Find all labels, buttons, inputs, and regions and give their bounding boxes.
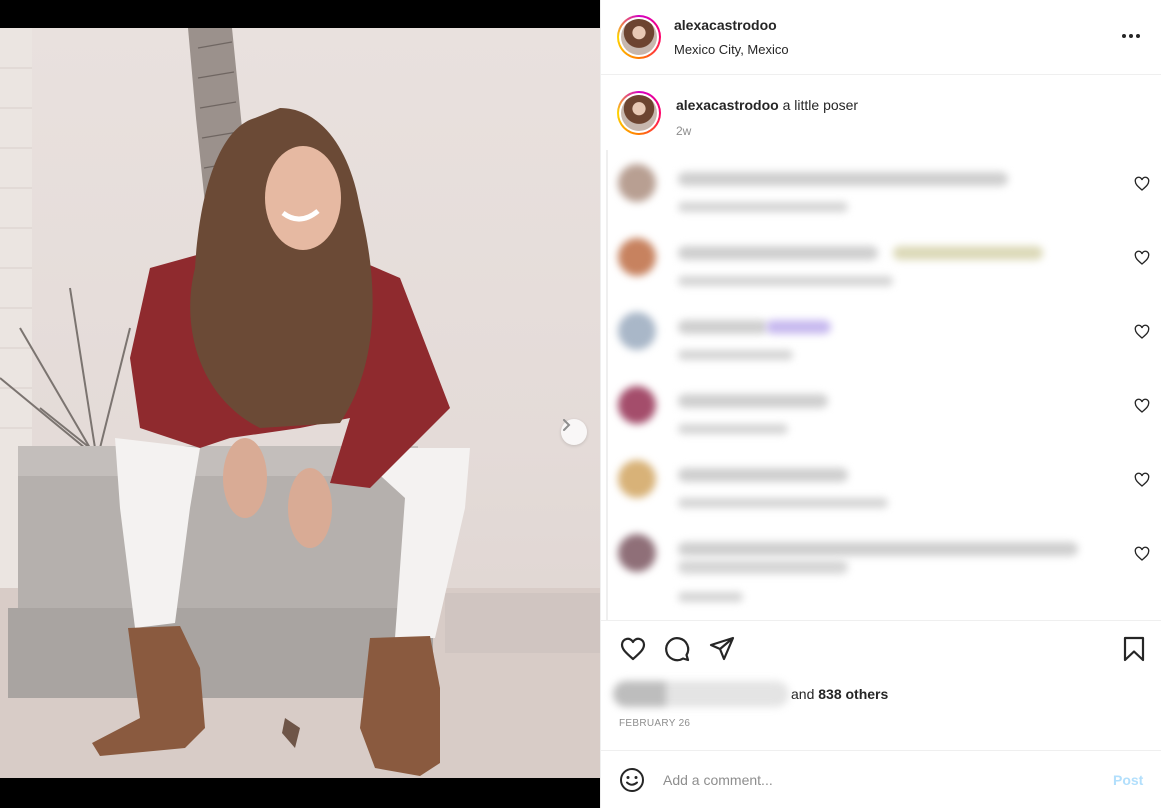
comment-item	[608, 520, 1161, 610]
heart-icon[interactable]	[1134, 472, 1150, 488]
comment-avatar[interactable]	[618, 238, 656, 276]
chevron-right-icon	[563, 419, 571, 431]
post-caption: alexacastrodoo a little poser 2w	[601, 76, 1161, 146]
likes-summary[interactable]: and 838 others	[613, 679, 913, 709]
heart-icon[interactable]	[1134, 176, 1150, 192]
post-actions: and 838 others FEBRUARY 26	[601, 620, 1161, 750]
comment-text-redacted	[678, 560, 848, 574]
add-comment-bar: Post	[601, 750, 1161, 808]
comment-text-redacted	[678, 246, 878, 260]
comment-avatar[interactable]	[618, 164, 656, 202]
comment-item	[608, 372, 1161, 446]
header-location[interactable]: Mexico City, Mexico	[674, 42, 789, 57]
comment-item	[608, 446, 1161, 520]
caption-avatar[interactable]	[617, 91, 661, 135]
comment-text-redacted	[678, 542, 1078, 556]
caption-username[interactable]: alexacastrodoo	[676, 97, 779, 113]
comment-icon[interactable]	[663, 635, 691, 663]
heart-icon[interactable]	[1134, 324, 1150, 340]
comment-item	[608, 224, 1161, 298]
comment-text-redacted	[678, 468, 848, 482]
post-date[interactable]: FEBRUARY 26	[619, 718, 690, 729]
likes-count[interactable]: 838 others	[818, 686, 888, 702]
comment-meta-redacted	[678, 592, 743, 602]
post-side-panel: alexacastrodoo Mexico City, Mexico alexa…	[600, 0, 1161, 808]
more-options-icon[interactable]	[1120, 26, 1142, 46]
comment-meta-redacted	[678, 498, 888, 508]
comment-meta-redacted	[678, 424, 788, 434]
heart-icon[interactable]	[619, 635, 647, 663]
comment-item	[608, 150, 1161, 224]
likes-text: and 838 others	[791, 686, 888, 702]
comment-text-redacted	[678, 172, 1008, 186]
comment-text-redacted	[766, 320, 831, 334]
heart-icon[interactable]	[1134, 546, 1150, 562]
bookmark-icon[interactable]	[1120, 635, 1148, 663]
caption-timestamp[interactable]: 2w	[676, 124, 691, 138]
heart-icon[interactable]	[1134, 398, 1150, 414]
heart-icon[interactable]	[1134, 250, 1150, 266]
comment-meta-redacted	[678, 202, 848, 212]
caption-text-row: alexacastrodoo a little poser	[676, 97, 858, 113]
comments-list[interactable]	[606, 150, 1161, 620]
post-media	[0, 0, 600, 808]
comment-input[interactable]	[663, 767, 1083, 793]
comment-avatar[interactable]	[618, 386, 656, 424]
next-slide-button[interactable]	[561, 419, 587, 445]
photo-illustration	[0, 28, 600, 778]
caption-text: a little poser	[782, 97, 859, 113]
comment-meta-redacted	[678, 350, 793, 360]
likes-prefix: and	[791, 686, 819, 702]
emoji-icon[interactable]	[619, 767, 645, 793]
header-username[interactable]: alexacastrodoo	[674, 17, 777, 33]
comment-text-redacted	[678, 320, 768, 334]
comment-text-redacted	[893, 246, 1043, 260]
comment-text-redacted	[678, 394, 828, 408]
comment-item	[608, 298, 1161, 372]
post-comment-button[interactable]: Post	[1113, 772, 1143, 788]
liked-by-redacted	[613, 681, 789, 707]
comment-meta-redacted	[678, 276, 893, 286]
post-header: alexacastrodoo Mexico City, Mexico	[601, 0, 1161, 75]
comment-avatar[interactable]	[618, 534, 656, 572]
share-icon[interactable]	[708, 635, 736, 663]
comment-avatar[interactable]	[618, 460, 656, 498]
comment-avatar[interactable]	[618, 312, 656, 350]
post-photo[interactable]	[0, 28, 600, 778]
avatar[interactable]	[617, 15, 661, 59]
